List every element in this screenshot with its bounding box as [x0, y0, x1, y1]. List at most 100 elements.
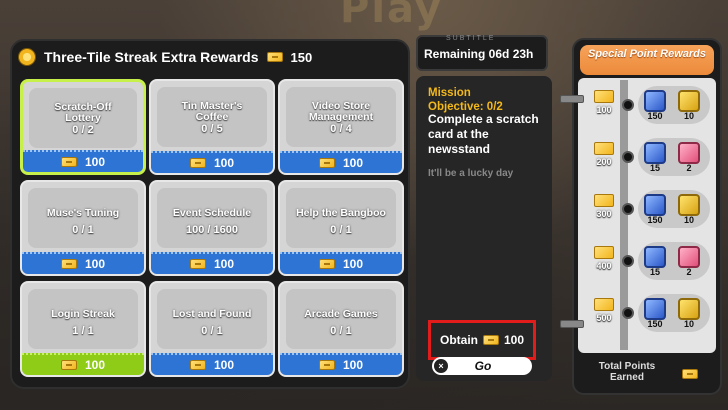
task-card[interactable]: Help the Bangboo 0 / 1 100	[278, 180, 404, 276]
timer-decoration: SUBTITLE	[446, 35, 496, 42]
item-qty: 150	[647, 319, 663, 329]
gold-badge-icon	[678, 298, 700, 320]
mission-label: Mission	[428, 87, 471, 99]
task-progress: 100 / 1600	[186, 224, 238, 236]
task-reward: 100	[84, 358, 106, 372]
task-card[interactable]: Event Schedule 100 / 1600 100	[149, 180, 275, 276]
ticket-icon	[266, 52, 283, 62]
gear-coin-icon	[18, 48, 36, 66]
reward-bar: 100	[151, 353, 273, 375]
total-points-line1: Total Points	[598, 361, 656, 372]
item-qty: 2	[686, 267, 692, 277]
ticket-icon	[60, 157, 77, 167]
ticket-icon	[594, 90, 614, 103]
gold-badge-icon	[678, 90, 700, 112]
blue-card-icon	[644, 142, 666, 164]
ticket-icon	[189, 158, 206, 168]
reward-bar: 100	[151, 252, 273, 274]
ticket-icon	[594, 246, 614, 259]
remaining-time: Remaining 06d 23h	[424, 47, 534, 61]
reward-bar: 100	[22, 252, 144, 274]
task-name: Tin Master's Coffee	[181, 100, 243, 123]
blue-card-icon	[644, 90, 666, 112]
task-reward: 100	[84, 257, 106, 271]
task-card[interactable]: Arcade Games 0 / 1 100	[278, 281, 404, 377]
milestone-row[interactable]: 400 15 2	[580, 242, 718, 282]
obtain-value: 100	[503, 333, 525, 347]
item-qty: 15	[649, 267, 660, 277]
item-qty: 10	[683, 215, 694, 225]
task-progress: 0 / 1	[72, 224, 94, 236]
task-name: Event Schedule	[172, 207, 252, 219]
milestone-points: 500	[596, 313, 612, 323]
milestone-points: 400	[596, 261, 612, 271]
ticket-icon	[318, 360, 335, 370]
item-qty: 15	[649, 163, 660, 173]
task-progress: 1 / 1	[72, 325, 94, 337]
obtain-label: Obtain	[439, 333, 478, 347]
task-reward: 100	[84, 155, 106, 169]
task-reward: 100	[213, 156, 235, 170]
milestone-points: 300	[596, 209, 612, 219]
go-label: Go	[474, 359, 492, 373]
item-qty: 2	[686, 163, 692, 173]
milestone-node	[622, 203, 634, 215]
item-qty: 10	[683, 111, 694, 121]
task-progress: 0 / 2	[72, 124, 94, 136]
milestone-row[interactable]: 100 150 10	[580, 86, 718, 126]
task-progress: 0 / 4	[330, 123, 352, 135]
mission-title: Mission Objective: 0/2	[428, 86, 503, 114]
task-name: Lost and Found	[172, 308, 252, 320]
ticket-icon	[189, 259, 206, 269]
milestone-row[interactable]: 300 150 10	[580, 190, 718, 230]
milestone-node	[622, 99, 634, 111]
ticket-icon	[594, 298, 614, 311]
pink-car-icon	[678, 246, 700, 268]
blue-card-icon	[644, 246, 666, 268]
ticket-icon	[189, 360, 206, 370]
mission-hint: It'll be a lucky day	[428, 168, 514, 179]
panel-header: Three-Tile Streak Extra Rewards 150	[18, 46, 312, 68]
ticket-icon	[594, 142, 614, 155]
milestone-node	[622, 307, 634, 319]
background-word: Play	[340, 0, 443, 32]
task-name: Video Store Management	[308, 100, 374, 123]
task-progress: 0 / 1	[330, 325, 352, 337]
task-reward: 100	[213, 257, 235, 271]
task-card[interactable]: Scratch-Off Lottery 0 / 2 100	[20, 79, 146, 175]
blue-card-icon	[644, 298, 666, 320]
milestone-row[interactable]: 200 15 2	[580, 138, 718, 178]
obtain-reward: Obtain 100	[428, 320, 536, 360]
reward-bar: 100	[280, 252, 402, 274]
task-card[interactable]: Tin Master's Coffee 0 / 5 100	[149, 79, 275, 175]
task-name: Help the Bangboo	[296, 207, 386, 219]
task-card[interactable]: Video Store Management 0 / 4 100	[278, 79, 404, 175]
task-name: Scratch-Off Lottery	[54, 101, 112, 124]
task-reward: 100	[213, 358, 235, 372]
milestone-node	[622, 255, 634, 267]
item-qty: 10	[683, 319, 694, 329]
task-reward: 100	[342, 156, 364, 170]
ticket-icon	[682, 369, 698, 379]
reward-bar: 100	[280, 151, 402, 173]
reward-bar: 100	[22, 353, 144, 375]
item-qty: 150	[647, 215, 663, 225]
milestone-node	[622, 151, 634, 163]
ticket-icon	[594, 194, 614, 207]
task-card[interactable]: Muse's Tuning 0 / 1 100	[20, 180, 146, 276]
task-name: Login Streak	[51, 308, 115, 320]
blue-card-icon	[644, 194, 666, 216]
ticket-icon	[60, 259, 77, 269]
task-reward: 100	[342, 358, 364, 372]
task-card[interactable]: Login Streak 1 / 1 100	[20, 281, 146, 377]
total-points-line2: Earned	[610, 372, 644, 383]
ticket-icon	[482, 335, 499, 345]
milestone-row[interactable]: 500 150 10	[580, 294, 718, 334]
gold-badge-icon	[678, 194, 700, 216]
total-points-label: Total Points Earned	[580, 361, 674, 383]
reward-bar: 100	[151, 151, 273, 173]
task-card[interactable]: Lost and Found 0 / 1 100	[149, 281, 275, 377]
task-progress: 0 / 5	[201, 123, 223, 135]
ticket-icon	[318, 158, 335, 168]
go-button[interactable]: × Go	[432, 357, 532, 375]
